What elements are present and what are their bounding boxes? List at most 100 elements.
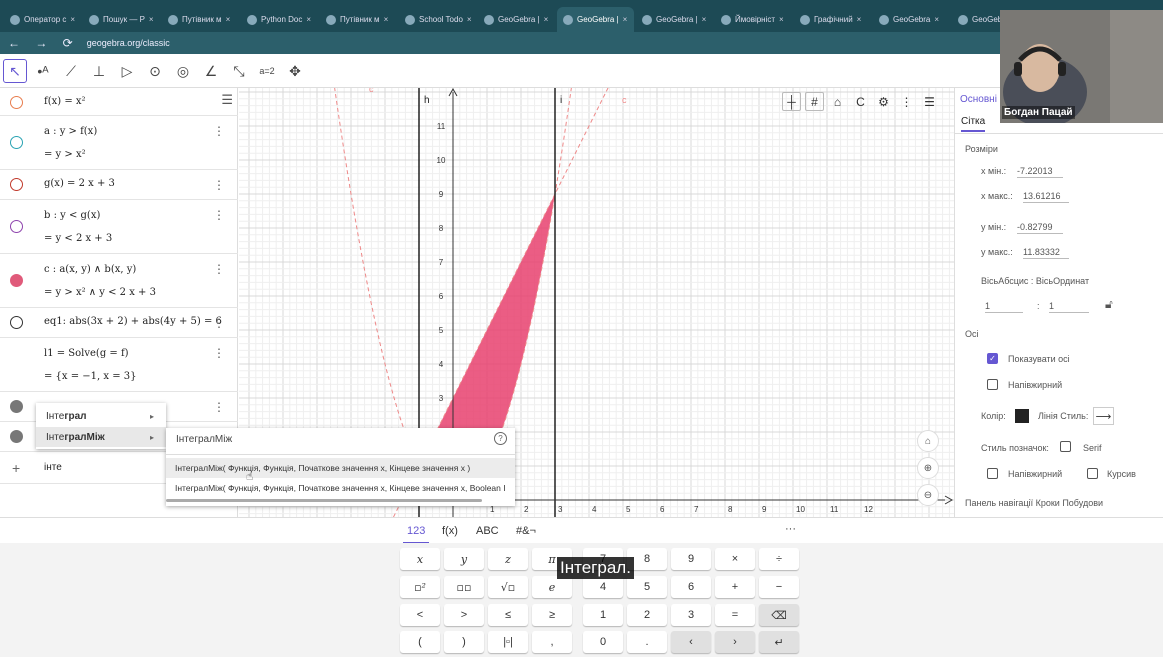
algebra-row[interactable]: a : y > f(x) = y > x² ⋮ <box>0 116 238 170</box>
visibility-toggle-icon[interactable] <box>10 136 23 149</box>
tab-main[interactable]: Основні <box>960 94 997 105</box>
more-icon[interactable]: ⋮ <box>897 92 916 111</box>
key-four[interactable]: 4 <box>583 576 623 598</box>
kb-tab-123[interactable]: 123 <box>407 525 425 537</box>
italic-checkbox[interactable] <box>1087 468 1098 479</box>
axis-color-swatch[interactable] <box>1015 409 1029 423</box>
style-bar-toggle-icon[interactable]: ☰ <box>920 92 939 111</box>
visibility-toggle-icon[interactable] <box>10 430 23 443</box>
bold-labels-checkbox[interactable] <box>987 468 998 479</box>
key-comma[interactable]: , <box>532 631 572 653</box>
key-power[interactable]: ▫▫ <box>444 576 484 598</box>
close-icon[interactable]: × <box>467 15 472 24</box>
browser-tab[interactable]: Оператор с × <box>4 7 81 32</box>
axes-toggle-icon[interactable]: ┼ <box>782 92 801 111</box>
gear-icon[interactable]: ⚙ <box>874 92 893 111</box>
algebra-row[interactable]: f(x) = x² <box>0 88 238 116</box>
ratio-y-field[interactable]: 1 <box>1049 301 1089 313</box>
visibility-toggle-icon[interactable] <box>10 400 23 413</box>
row-menu-icon[interactable]: ⋮ <box>213 262 225 276</box>
url-text[interactable]: geogebra.org/classic <box>87 38 170 48</box>
key-y[interactable]: y <box>444 548 484 570</box>
key-rparen[interactable]: ) <box>444 631 484 653</box>
kb-more-icon[interactable]: ··· <box>785 523 796 535</box>
kb-tab-fx[interactable]: f(x) <box>442 525 458 537</box>
line-tool-icon[interactable]: ⟋ <box>59 59 83 83</box>
visibility-toggle-icon[interactable] <box>10 96 23 109</box>
row-menu-icon[interactable]: ⋮ <box>213 208 225 222</box>
circle-tool-icon[interactable]: ⊙ <box>143 59 167 83</box>
angle-tool-icon[interactable]: ∠ <box>199 59 223 83</box>
kb-tab-symbols[interactable]: #&¬ <box>516 525 536 537</box>
autocomplete-item-integral[interactable]: Інте грал ▸ <box>36 406 166 426</box>
key-geq[interactable]: ≥ <box>532 604 572 626</box>
algebra-definition[interactable]: l1 = Solve(g = f) <box>44 348 129 359</box>
visibility-toggle-icon[interactable] <box>10 178 23 191</box>
line-style-arrow-icon[interactable]: ⟶ <box>1093 407 1114 425</box>
key-square[interactable]: ▫² <box>400 576 440 598</box>
browser-tab[interactable]: GeoGebra × <box>873 7 950 32</box>
row-menu-icon[interactable]: ⋮ <box>213 124 225 138</box>
xmax-field[interactable]: 13.61216 <box>1023 191 1069 203</box>
key-less[interactable]: < <box>400 604 440 626</box>
key-times[interactable]: × <box>715 548 755 570</box>
key-nine[interactable]: 9 <box>671 548 711 570</box>
key-abs[interactable]: |▫| <box>488 631 528 653</box>
lock-icon[interactable]: 🔓︎ <box>1105 297 1113 312</box>
ratio-x-field[interactable]: 1 <box>985 301 1023 313</box>
close-icon[interactable]: × <box>226 15 231 24</box>
browser-tab[interactable]: Путівник м × <box>162 7 239 32</box>
browser-tab[interactable]: Пошук — Р × <box>83 7 160 32</box>
key-divide[interactable]: ÷ <box>759 548 799 570</box>
algebra-row[interactable]: b : y < g(x) = y < 2 x + 3 ⋮ <box>0 200 238 254</box>
show-axes-checkbox[interactable]: ✓ <box>987 353 998 364</box>
ellipse-tool-icon[interactable]: ◎ <box>171 59 195 83</box>
key-three[interactable]: 3 <box>671 604 711 626</box>
key-plus[interactable]: + <box>715 576 755 598</box>
close-icon[interactable]: × <box>623 15 628 24</box>
tab-grid[interactable]: Сітка <box>961 116 986 132</box>
close-icon[interactable]: × <box>857 15 862 24</box>
submenu-scrollbar[interactable] <box>166 499 482 502</box>
point-tool-icon[interactable]: •ᴬ <box>31 59 55 83</box>
reflect-tool-icon[interactable]: ⤡ <box>227 59 251 83</box>
visibility-toggle-icon[interactable] <box>10 220 23 233</box>
key-six[interactable]: 6 <box>671 576 711 598</box>
algebra-definition[interactable]: g(x) = 2 x + 3 <box>44 178 115 189</box>
key-minus[interactable]: − <box>759 576 799 598</box>
browser-tab[interactable]: Ймовірніст × <box>715 7 792 32</box>
slider-tool-icon[interactable]: a=2 <box>255 59 279 83</box>
key-enter[interactable]: ↵ <box>759 631 799 653</box>
bold-axes-checkbox[interactable] <box>987 379 998 390</box>
zoom-in-icon[interactable]: ⊕ <box>917 457 939 479</box>
key-greater[interactable]: > <box>444 604 484 626</box>
key-e[interactable]: e <box>532 576 572 598</box>
key-two[interactable]: 2 <box>627 604 667 626</box>
visibility-toggle-icon[interactable] <box>10 316 23 329</box>
close-icon[interactable]: × <box>779 15 784 24</box>
close-icon[interactable]: × <box>934 15 939 24</box>
key-right[interactable]: › <box>715 631 755 653</box>
row-menu-icon[interactable]: ⋮ <box>213 400 225 414</box>
syntax-option-2[interactable]: ІнтегралМіж( Функція, Функція, Початкове… <box>166 478 515 498</box>
home-icon[interactable]: ⌂ <box>828 92 847 111</box>
key-sqrt[interactable]: √▫ <box>488 576 528 598</box>
browser-tab[interactable]: GeoGebra | × <box>557 7 634 32</box>
algebra-definition[interactable]: eq1: abs(3x + 2) + abs(4y + 5) = 6 <box>44 316 222 327</box>
polygon-tool-icon[interactable]: ▷ <box>115 59 139 83</box>
browser-tab[interactable]: GeoGebra | × <box>636 7 713 32</box>
key-dot[interactable]: . <box>627 631 667 653</box>
browser-tab[interactable]: GeoGebra | × <box>478 7 555 32</box>
key-equals[interactable]: = <box>715 604 755 626</box>
close-icon[interactable]: × <box>702 15 707 24</box>
algebra-row[interactable]: c : a(x, y) ∧ b(x, y) = y > x² ∧ y < 2 x … <box>0 254 238 308</box>
grid-toggle-icon[interactable]: # <box>805 92 824 111</box>
close-icon[interactable]: × <box>384 15 389 24</box>
close-icon[interactable]: × <box>544 15 549 24</box>
algebra-definition[interactable]: c : a(x, y) ∧ b(x, y) <box>44 264 136 275</box>
key-lparen[interactable]: ( <box>400 631 440 653</box>
plus-icon[interactable]: + <box>12 460 20 476</box>
ymin-field[interactable]: -0.82799 <box>1017 222 1063 234</box>
move-tool-icon[interactable]: ↖ <box>3 59 27 83</box>
home-view-icon[interactable]: ⌂ <box>917 430 939 452</box>
